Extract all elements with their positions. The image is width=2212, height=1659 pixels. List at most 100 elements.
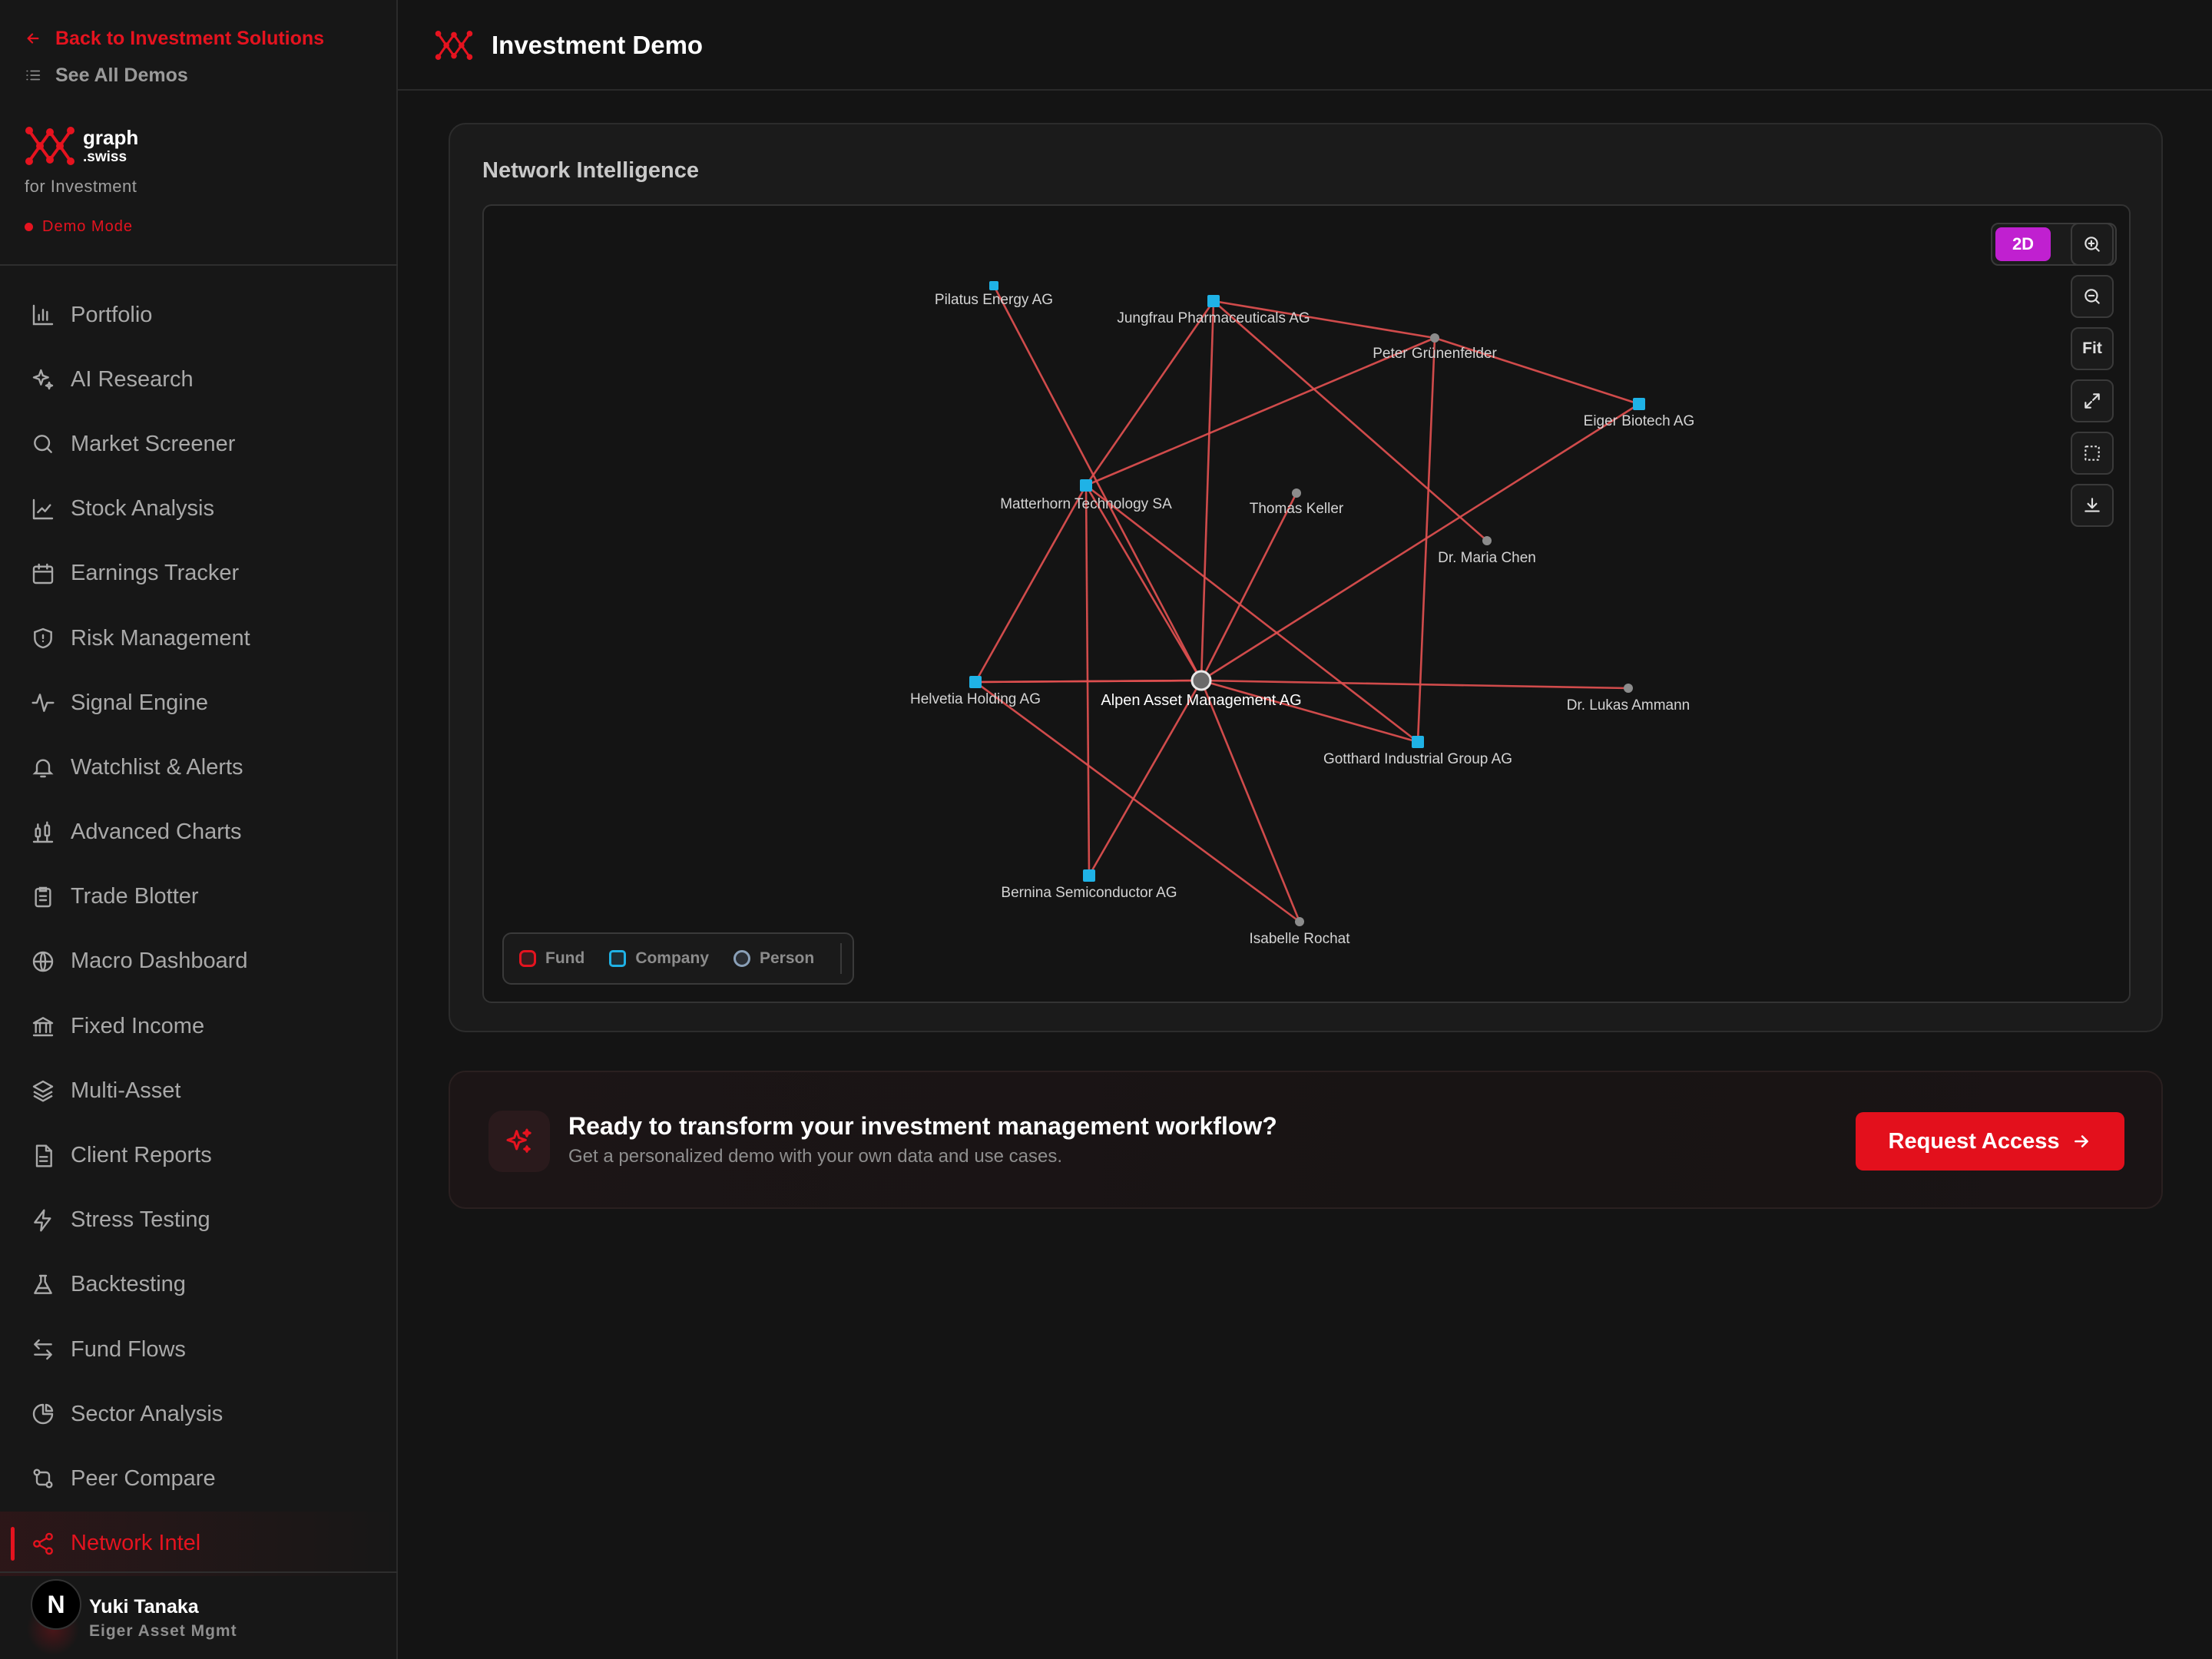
graph-node-person[interactable] (1430, 333, 1439, 343)
graph-edge (1200, 679, 1629, 690)
brand-suffix: .swiss (83, 149, 127, 165)
graph-labels: Alpen Asset Management AG Pilatus Energy … (910, 292, 1694, 947)
fund-swatch-icon (519, 950, 536, 967)
see-all-demos-link[interactable]: See All Demos (25, 61, 188, 89)
graph-node-company[interactable] (1083, 869, 1095, 882)
network-graph-canvas[interactable]: Alpen Asset Management AG Pilatus Energy … (482, 204, 2131, 1003)
sidebar-item-label: Macro Dashboard (71, 949, 248, 974)
sidebar-item-signal-engine[interactable]: Signal Engine (0, 671, 398, 735)
sidebar-item-trade-blotter[interactable]: Trade Blotter (0, 865, 398, 929)
brand-name: graph (83, 126, 139, 149)
brand-logo[interactable]: graph .swiss (25, 123, 178, 169)
clipboard-icon (35, 886, 51, 907)
sidebar-item-label: Fixed Income (71, 1013, 205, 1038)
status-dot-icon (25, 223, 33, 231)
back-to-solutions-link[interactable]: Back to Investment Solutions (25, 25, 324, 52)
brand-tagline: for Investment (25, 177, 137, 196)
sidebar-item-fixed-income[interactable]: Fixed Income (0, 994, 398, 1058)
document-icon (35, 1144, 52, 1167)
sidebar-item-label: Stress Testing (71, 1207, 210, 1233)
graph-node-person[interactable] (1292, 488, 1301, 498)
sidebar-item-advanced-charts[interactable]: Advanced Charts (0, 800, 398, 865)
graph-node-person[interactable] (1295, 917, 1304, 926)
sidebar-item-portfolio[interactable]: Portfolio (0, 283, 398, 347)
sidebar-item-label: Client Reports (71, 1143, 212, 1168)
graph-node-person[interactable] (1482, 536, 1492, 545)
pie-chart-icon (32, 1404, 54, 1425)
sidebar-item-stress-testing[interactable]: Stress Testing (0, 1188, 398, 1253)
git-compare-icon (33, 1469, 53, 1489)
sidebar-item-backtesting[interactable]: Backtesting (0, 1253, 398, 1317)
request-access-button[interactable]: Request Access (1856, 1112, 2124, 1171)
graph-node-company[interactable] (1633, 398, 1645, 410)
sidebar-item-client-reports[interactable]: Client Reports (0, 1123, 398, 1187)
sidebar-nav: Portfolio AI Research Market Screener St… (0, 283, 398, 1576)
sidebar-item-label: Signal Engine (71, 690, 208, 715)
sidebar-item-market-screener[interactable]: Market Screener (0, 412, 398, 476)
graph-node-label: Helvetia Holding AG (910, 691, 1041, 707)
graph-node-person[interactable] (1624, 684, 1633, 693)
sidebar-item-label: Sector Analysis (71, 1401, 224, 1426)
sidebar-item-risk-management[interactable]: Risk Management (0, 606, 398, 671)
sidebar-item-stock-analysis[interactable]: Stock Analysis (0, 477, 398, 541)
legend-fund[interactable]: Fund (519, 949, 584, 968)
legend-label: Person (760, 949, 815, 967)
graph-logo-icon (435, 31, 473, 60)
graph-node-label: Bernina Semiconductor AG (1001, 885, 1177, 901)
graph-node-label: Gotthard Industrial Group AG (1323, 751, 1512, 767)
graph-node-company[interactable] (989, 281, 998, 290)
arrow-right-icon (2075, 1135, 2089, 1147)
zoom-in-button[interactable] (2071, 223, 2114, 266)
legend-person[interactable]: Person (733, 949, 814, 968)
graph-node-company[interactable] (1080, 479, 1092, 492)
graph-node-label: Isabelle Rochat (1250, 931, 1351, 947)
sidebar-item-earnings-tracker[interactable]: Earnings Tracker (0, 541, 398, 606)
sidebar-item-label: Fund Flows (71, 1336, 186, 1362)
arrow-left-icon (27, 33, 39, 44)
mode-2d-button[interactable]: 2D (1995, 227, 2051, 261)
sidebar-item-multi-asset[interactable]: Multi-Asset (0, 1058, 398, 1123)
graph-edge (1200, 402, 1640, 682)
calendar-icon (32, 563, 54, 584)
share-icon (33, 1532, 53, 1555)
zoom-out-button[interactable] (2071, 275, 2114, 318)
graph-node-label: Thomas Keller (1250, 501, 1344, 517)
download-icon (2085, 498, 2100, 512)
fit-button[interactable]: Fit (2071, 327, 2114, 370)
graph-edge (975, 679, 1202, 684)
sidebar-item-ai-research[interactable]: AI Research (0, 347, 398, 412)
sidebar-item-sector-analysis[interactable]: Sector Analysis (0, 1382, 398, 1446)
sidebar-item-macro-dashboard[interactable]: Macro Dashboard (0, 929, 398, 994)
graph-edge (1084, 485, 1203, 681)
expand-icon (2085, 393, 2100, 409)
graph-node-company[interactable] (1412, 736, 1424, 748)
graph-edge (1200, 492, 1298, 681)
graph-node-company[interactable] (969, 676, 982, 688)
select-area-button[interactable] (2071, 432, 2114, 475)
cta-title: Ready to transform your investment manag… (568, 1112, 1277, 1140)
sidebar-item-network-intel[interactable]: Network Intel (0, 1511, 398, 1576)
download-button[interactable] (2071, 484, 2114, 527)
network-graph[interactable]: Alpen Asset Management AG Pilatus Energy … (484, 206, 2129, 1002)
graph-node-company[interactable] (1207, 295, 1220, 307)
sparkles-icon (32, 369, 54, 390)
cta-icon-box (488, 1111, 550, 1172)
sidebar-item-watchlist-alerts[interactable]: Watchlist & Alerts (0, 735, 398, 800)
sidebar-item-peer-compare[interactable]: Peer Compare (0, 1446, 398, 1511)
activity-icon (31, 694, 55, 713)
graph-edge (1200, 300, 1215, 681)
fullscreen-button[interactable] (2071, 379, 2114, 422)
graph-node-label: Dr. Maria Chen (1438, 550, 1536, 566)
demo-mode-badge: Demo Mode (25, 218, 133, 236)
graph-logo-icon (25, 127, 75, 165)
lightning-icon (34, 1209, 51, 1232)
user-profile[interactable]: N Yuki Tanaka Eiger Asset Mgmt (25, 1573, 393, 1657)
graph-node-label: Jungfrau Pharmaceuticals AG (1117, 310, 1310, 326)
button-label: Request Access (1888, 1128, 2060, 1154)
sidebar-item-fund-flows[interactable]: Fund Flows (0, 1317, 398, 1382)
graph-node-fund[interactable] (1190, 670, 1212, 691)
sidebar-item-label: Watchlist & Alerts (71, 754, 243, 780)
legend-company[interactable]: Company (609, 949, 709, 968)
legend-label: Fund (545, 949, 585, 967)
sidebar-item-label: Peer Compare (71, 1465, 216, 1491)
